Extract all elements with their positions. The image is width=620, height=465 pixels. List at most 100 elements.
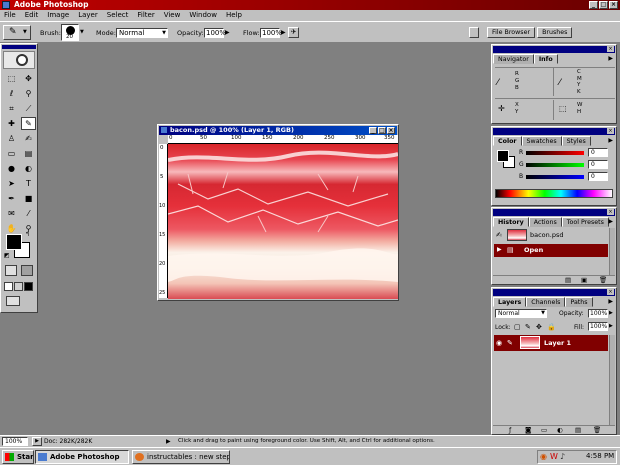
panel-titlebar[interactable]: × bbox=[493, 209, 615, 216]
chevron-right-icon[interactable]: ▶ bbox=[609, 310, 613, 316]
tab-styles[interactable]: Styles bbox=[561, 136, 591, 146]
eyedropper-tool-icon[interactable]: ⁄ bbox=[21, 207, 36, 220]
green-slider[interactable] bbox=[526, 163, 584, 167]
tray-icon[interactable]: W bbox=[550, 452, 558, 461]
brush-picker[interactable]: 20 bbox=[61, 24, 79, 41]
full-screen-menu-mode-icon[interactable] bbox=[14, 282, 23, 291]
doc-close-button[interactable]: × bbox=[387, 127, 395, 134]
history-snapshot[interactable]: ✍ bacon.psd bbox=[494, 228, 608, 242]
red-slider[interactable] bbox=[526, 151, 584, 155]
tab-brushes[interactable]: Brushes bbox=[537, 27, 573, 38]
marquee-tool-icon[interactable]: ⬚ bbox=[4, 72, 19, 85]
close-icon[interactable]: × bbox=[607, 209, 614, 215]
eraser-tool-icon[interactable]: ▭ bbox=[4, 147, 19, 160]
tab-color[interactable]: Color bbox=[493, 136, 522, 146]
toolbox-titlebar[interactable] bbox=[2, 45, 36, 49]
image-canvas[interactable] bbox=[168, 144, 398, 299]
tab-channels[interactable]: Channels bbox=[526, 297, 566, 307]
blur-tool-icon[interactable]: ● bbox=[4, 162, 19, 175]
full-screen-mode-icon[interactable] bbox=[24, 282, 33, 291]
tab-swatches[interactable]: Swatches bbox=[521, 136, 562, 146]
new-set-icon[interactable]: ▭ bbox=[541, 426, 547, 434]
history-brush-tool-icon[interactable]: ✍ bbox=[21, 132, 36, 145]
adjustment-layer-icon[interactable]: ◐ bbox=[557, 426, 563, 434]
layer-mask-icon[interactable]: ◙ bbox=[525, 426, 531, 434]
blue-slider[interactable] bbox=[526, 175, 584, 179]
tab-history[interactable]: History bbox=[493, 217, 529, 227]
healing-brush-tool-icon[interactable]: ✚ bbox=[4, 117, 19, 130]
history-brush-source-icon[interactable]: ✍ bbox=[496, 231, 502, 239]
tray-icon[interactable]: ◉ bbox=[540, 452, 547, 461]
chevron-right-icon[interactable]: ▶ bbox=[225, 29, 230, 36]
history-state[interactable]: ▶ ▤ Open bbox=[494, 244, 608, 257]
default-colors-icon[interactable]: ◩ bbox=[4, 252, 10, 259]
panel-titlebar[interactable]: × bbox=[493, 289, 615, 296]
trash-icon[interactable]: 🗑 bbox=[593, 426, 601, 434]
chevron-right-icon[interactable]: ▶ bbox=[281, 29, 286, 36]
new-document-icon[interactable]: ▤ bbox=[565, 276, 571, 284]
dodge-tool-icon[interactable]: ◐ bbox=[21, 162, 36, 175]
panel-menu-icon[interactable]: ▶ bbox=[608, 298, 613, 305]
panel-menu-icon[interactable]: ▶ bbox=[608, 137, 613, 144]
brush-tool-icon[interactable]: ✎ bbox=[21, 117, 36, 130]
menu-edit[interactable]: Edit bbox=[25, 10, 39, 21]
type-tool-icon[interactable]: T bbox=[21, 177, 36, 190]
layer-style-icon[interactable]: ƒ bbox=[509, 426, 511, 434]
minimize-button[interactable]: _ bbox=[589, 1, 598, 9]
swap-colors-icon[interactable]: ↰ bbox=[25, 231, 30, 238]
task-photoshop[interactable]: Adobe Photoshop bbox=[35, 450, 129, 464]
lock-all-icon[interactable]: 🔒 bbox=[547, 323, 556, 331]
jump-to-imageready-icon[interactable] bbox=[6, 296, 20, 306]
panel-menu-icon[interactable]: ▶ bbox=[608, 55, 613, 62]
maximize-button[interactable]: □ bbox=[599, 1, 608, 9]
pen-tool-icon[interactable]: ✒ bbox=[4, 192, 19, 205]
foreground-color-swatch[interactable] bbox=[497, 150, 509, 162]
chevron-right-icon[interactable]: ▶ bbox=[609, 323, 613, 329]
color-ramp[interactable] bbox=[495, 189, 613, 198]
brush-link-icon[interactable]: ✎ bbox=[507, 339, 513, 347]
tab-layers[interactable]: Layers bbox=[493, 297, 527, 307]
blend-mode-select[interactable]: Normal ▼ bbox=[495, 309, 547, 318]
shape-tool-icon[interactable]: ■ bbox=[21, 192, 36, 205]
menu-layer[interactable]: Layer bbox=[78, 10, 98, 21]
tab-actions[interactable]: Actions bbox=[528, 217, 562, 227]
quick-mask-mode-icon[interactable] bbox=[21, 265, 33, 276]
chevron-down-icon[interactable]: ▼ bbox=[80, 29, 84, 35]
volume-icon[interactable]: ♪ bbox=[560, 452, 565, 461]
trash-icon[interactable]: 🗑 bbox=[599, 276, 607, 284]
standard-screen-mode-icon[interactable] bbox=[4, 282, 13, 291]
close-icon[interactable]: × bbox=[607, 46, 614, 52]
new-layer-icon[interactable]: ▤ bbox=[575, 426, 581, 434]
document-title-bar[interactable]: bacon.psd @ 100% (Layer 1, RGB) _ □ × bbox=[159, 126, 397, 135]
layers-scrollbar[interactable] bbox=[609, 335, 615, 425]
panel-menu-icon[interactable]: ▶ bbox=[608, 218, 613, 225]
layer-row[interactable]: ◉ ✎ Layer 1 bbox=[494, 335, 608, 351]
lasso-tool-icon[interactable]: ℓ bbox=[4, 87, 19, 100]
tab-file-browser[interactable]: File Browser bbox=[487, 27, 536, 38]
mode-select[interactable]: Normal ▼ bbox=[116, 28, 168, 38]
adobe-online-icon[interactable] bbox=[3, 51, 35, 69]
tool-preset-picker[interactable]: ✎ ▼ bbox=[3, 25, 31, 40]
move-tool-icon[interactable]: ✥ bbox=[21, 72, 36, 85]
crop-tool-icon[interactable]: ⌗ bbox=[4, 102, 19, 115]
green-value-input[interactable]: 0 bbox=[588, 160, 608, 169]
tab-info[interactable]: Info bbox=[533, 54, 558, 64]
zoom-input[interactable]: 100% bbox=[2, 437, 28, 446]
layer-opacity-input[interactable]: 100% bbox=[588, 309, 608, 318]
standard-mode-icon[interactable] bbox=[5, 265, 17, 276]
menu-help[interactable]: Help bbox=[226, 10, 242, 21]
status-menu-icon[interactable]: ▶ bbox=[32, 437, 42, 446]
doc-maximize-button[interactable]: □ bbox=[378, 127, 386, 134]
foreground-color-swatch[interactable] bbox=[6, 234, 22, 250]
close-icon[interactable]: × bbox=[607, 289, 614, 295]
magic-wand-tool-icon[interactable]: ⚲ bbox=[21, 87, 36, 100]
palette-well-icon[interactable] bbox=[469, 27, 479, 38]
flow-input[interactable]: 100% bbox=[260, 28, 282, 38]
eye-icon[interactable]: ◉ bbox=[496, 339, 502, 347]
panel-titlebar[interactable]: × bbox=[493, 46, 615, 53]
notes-tool-icon[interactable]: ✉ bbox=[4, 207, 19, 220]
tab-navigator[interactable]: Navigator bbox=[493, 54, 534, 64]
menu-image[interactable]: Image bbox=[47, 10, 69, 21]
menu-window[interactable]: Window bbox=[189, 10, 217, 21]
menu-view[interactable]: View bbox=[164, 10, 181, 21]
